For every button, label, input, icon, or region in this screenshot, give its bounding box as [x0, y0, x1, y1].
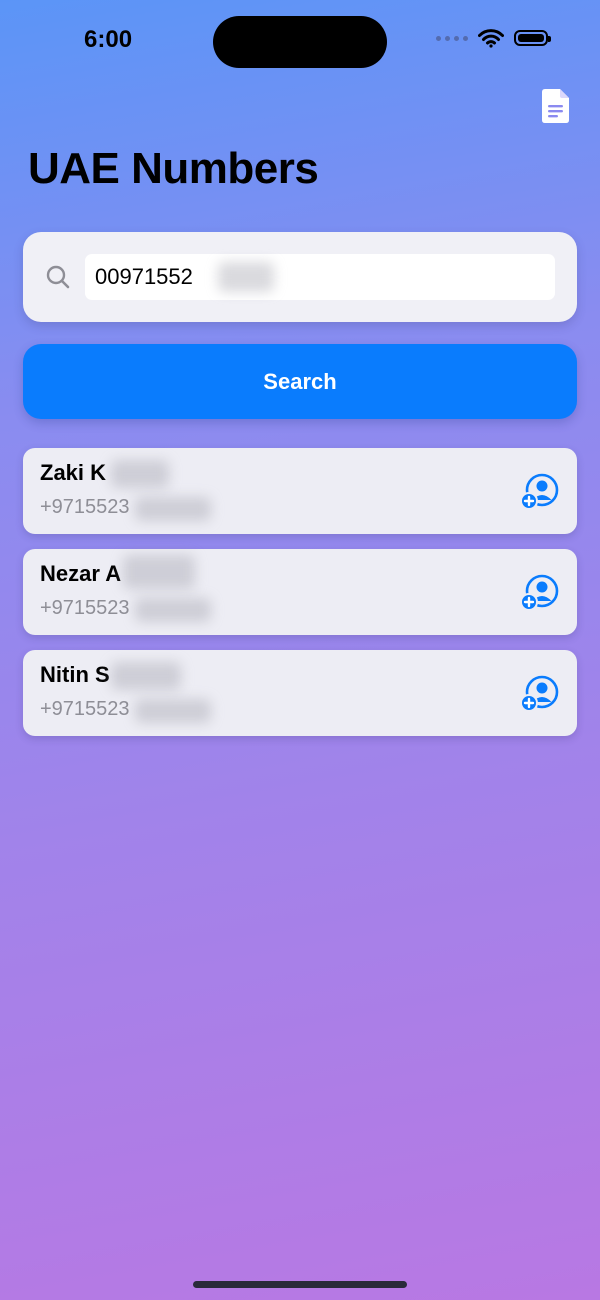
home-indicator[interactable]: [193, 1281, 407, 1288]
status-indicators: [436, 28, 551, 48]
status-time: 6:00: [84, 26, 133, 53]
contact-name: Nezar A: [40, 561, 122, 586]
search-icon: [46, 265, 70, 289]
add-contact-icon[interactable]: [519, 674, 559, 714]
battery-icon: [514, 30, 551, 46]
search-input[interactable]: [85, 254, 555, 300]
redacted-blur: [135, 699, 211, 723]
redacted-blur: [135, 598, 211, 622]
add-contact-icon[interactable]: [519, 573, 559, 613]
cellular-signal-icon: [436, 35, 468, 41]
wifi-icon: [478, 29, 504, 48]
redacted-blur: [135, 497, 211, 521]
search-card: [23, 232, 577, 322]
contact-phone: +9715523: [40, 597, 130, 619]
list-item[interactable]: Zaki K +9715523: [23, 448, 577, 534]
dynamic-island: [213, 16, 387, 68]
contact-name: Nitin S: [40, 662, 110, 687]
redacted-blur: [123, 555, 195, 589]
list-item[interactable]: Nitin S +9715523: [23, 650, 577, 736]
doc-text-icon[interactable]: [541, 88, 571, 124]
redacted-blur: [111, 460, 169, 488]
list-item[interactable]: Nezar A +9715523: [23, 549, 577, 635]
add-contact-icon[interactable]: [519, 472, 559, 512]
contact-phone: +9715523: [40, 496, 130, 518]
page-title: UAE Numbers: [28, 144, 319, 193]
redacted-blur: [111, 662, 181, 690]
contact-name: Zaki K: [40, 460, 107, 485]
search-button[interactable]: Search: [23, 344, 577, 419]
redacted-blur: [218, 262, 274, 292]
contact-phone: +9715523: [40, 698, 130, 720]
app-screen: 6:00 UAE Numbers Sear: [0, 0, 600, 1300]
